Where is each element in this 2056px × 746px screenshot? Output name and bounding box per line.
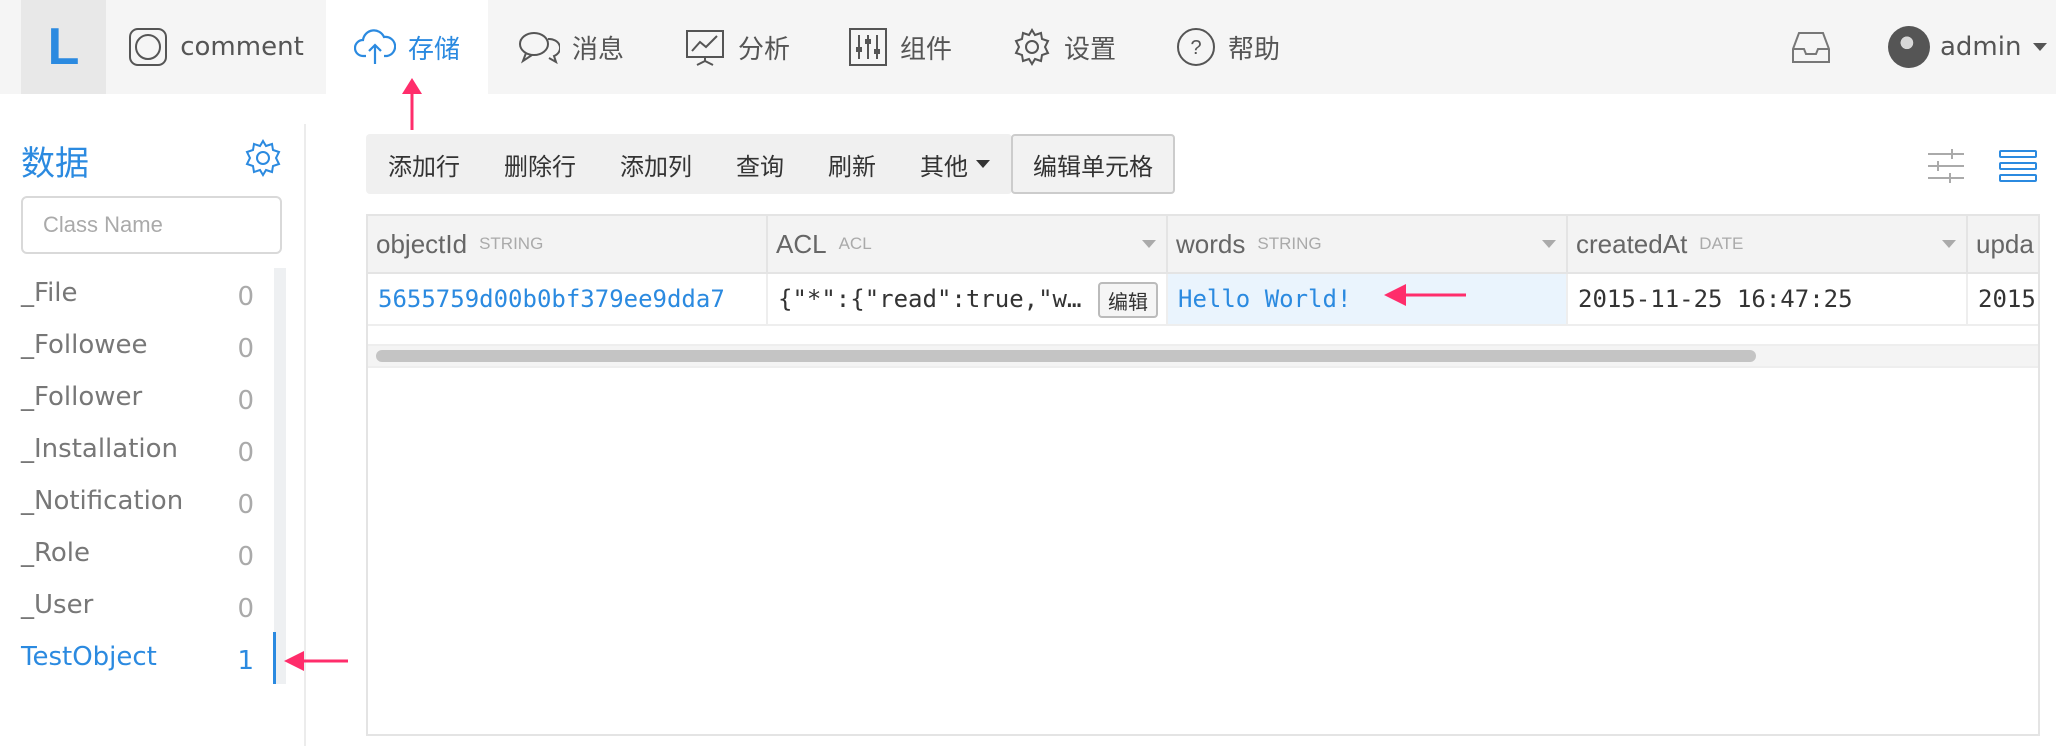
inbox-button[interactable] bbox=[1790, 0, 1844, 94]
column-header-createdat[interactable]: createdAt DATE bbox=[1568, 216, 1968, 272]
class-name-search-input[interactable] bbox=[21, 196, 282, 254]
edit-cell-button[interactable]: 编辑单元格 bbox=[1011, 134, 1175, 194]
column-header-updatedat[interactable]: upda bbox=[1968, 216, 2038, 272]
class-item-followee[interactable]: _Followee 0 bbox=[0, 320, 276, 372]
cell-objectid[interactable]: 5655759d00b0bf379ee9dda7 bbox=[368, 274, 768, 324]
nav-item-analytics[interactable]: 分析 bbox=[684, 0, 790, 94]
data-grid: objectId STRING ACL ACL words STRING create… bbox=[366, 214, 2040, 736]
cell-acl[interactable]: {"*":{"read":true,"w… 编辑 bbox=[768, 274, 1168, 324]
class-list: _File 0 _Followee 0 _Follower 0 _Installati… bbox=[0, 268, 276, 684]
toolbar-button-group: 添加行 删除行 添加列 查询 刷新 其他 bbox=[366, 134, 1012, 194]
cloud-upload-icon bbox=[353, 29, 396, 64]
delete-row-button[interactable]: 删除行 bbox=[482, 134, 598, 194]
add-column-button[interactable]: 添加列 bbox=[598, 134, 714, 194]
nav-item-messages[interactable]: 消息 bbox=[518, 0, 624, 94]
annotation-arrow-left-icon bbox=[1384, 284, 1466, 306]
avatar bbox=[1888, 26, 1930, 68]
cell-words[interactable]: Hello World! bbox=[1168, 274, 1568, 324]
user-menu[interactable]: admin bbox=[1888, 0, 2048, 94]
chat-icon bbox=[519, 32, 560, 65]
chevron-down-icon bbox=[2033, 43, 2048, 51]
class-item-file[interactable]: _File 0 bbox=[0, 268, 276, 320]
caret-down-icon bbox=[976, 160, 990, 168]
scrollbar-thumb[interactable] bbox=[376, 350, 1756, 362]
sidebar-title: 数据 bbox=[21, 144, 89, 184]
cell-updatedat[interactable]: 2015 bbox=[1968, 274, 2038, 324]
class-item-user[interactable]: _User 0 bbox=[0, 580, 276, 632]
column-menu-icon[interactable] bbox=[1942, 240, 1956, 248]
column-menu-icon[interactable] bbox=[1142, 240, 1156, 248]
sliders-icon bbox=[849, 28, 887, 66]
nav-item-components[interactable]: 组件 bbox=[848, 0, 952, 94]
class-item-follower[interactable]: _Follower 0 bbox=[0, 372, 276, 424]
grid-header: objectId STRING ACL ACL words STRING create… bbox=[368, 216, 2038, 274]
column-menu-icon[interactable] bbox=[1542, 240, 1556, 248]
column-header-acl[interactable]: ACL ACL bbox=[768, 216, 1168, 272]
horizontal-scrollbar[interactable] bbox=[368, 344, 2038, 368]
cell-createdat[interactable]: 2015-11-25 16:47:25 bbox=[1568, 274, 1968, 324]
filter-sliders-icon[interactable] bbox=[1926, 146, 1966, 186]
refresh-button[interactable]: 刷新 bbox=[806, 134, 898, 194]
add-row-button[interactable]: 添加行 bbox=[366, 134, 482, 194]
gear-icon bbox=[1014, 28, 1050, 66]
help-icon: ? bbox=[1177, 28, 1215, 66]
list-view-icon[interactable] bbox=[1998, 148, 2038, 184]
column-header-words[interactable]: words STRING bbox=[1168, 216, 1568, 272]
annotation-arrow-up-icon bbox=[402, 78, 422, 130]
chart-icon bbox=[686, 30, 724, 66]
class-item-role[interactable]: _Role 0 bbox=[0, 528, 276, 580]
annotation-arrow-left-icon bbox=[284, 651, 348, 671]
query-button[interactable]: 查询 bbox=[714, 134, 806, 194]
top-nav: L comment 存储 消息 分析 组件 设置 ? 帮助 admin bbox=[0, 0, 2056, 94]
logo[interactable]: L bbox=[21, 0, 106, 94]
nav-item-comment[interactable]: comment bbox=[106, 0, 326, 94]
active-class-indicator bbox=[273, 632, 276, 684]
more-dropdown-button[interactable]: 其他 bbox=[898, 134, 1012, 194]
app-icon bbox=[129, 28, 168, 66]
acl-edit-button[interactable]: 编辑 bbox=[1098, 282, 1158, 318]
inbox-icon bbox=[1792, 32, 1830, 63]
column-header-objectid[interactable]: objectId STRING bbox=[368, 216, 768, 272]
class-settings-gear-icon[interactable] bbox=[243, 138, 283, 178]
nav-item-settings[interactable]: 设置 bbox=[1012, 0, 1116, 94]
svg-text:?: ? bbox=[1190, 37, 1201, 59]
class-item-testobject[interactable]: TestObject 1 bbox=[0, 632, 276, 684]
table-row: 5655759d00b0bf379ee9dda7 {"*":{"read":tr… bbox=[368, 274, 2038, 326]
class-item-notification[interactable]: _Notification 0 bbox=[0, 476, 276, 528]
nav-item-help[interactable]: ? 帮助 bbox=[1176, 0, 1280, 94]
class-item-installation[interactable]: _Installation 0 bbox=[0, 424, 276, 476]
